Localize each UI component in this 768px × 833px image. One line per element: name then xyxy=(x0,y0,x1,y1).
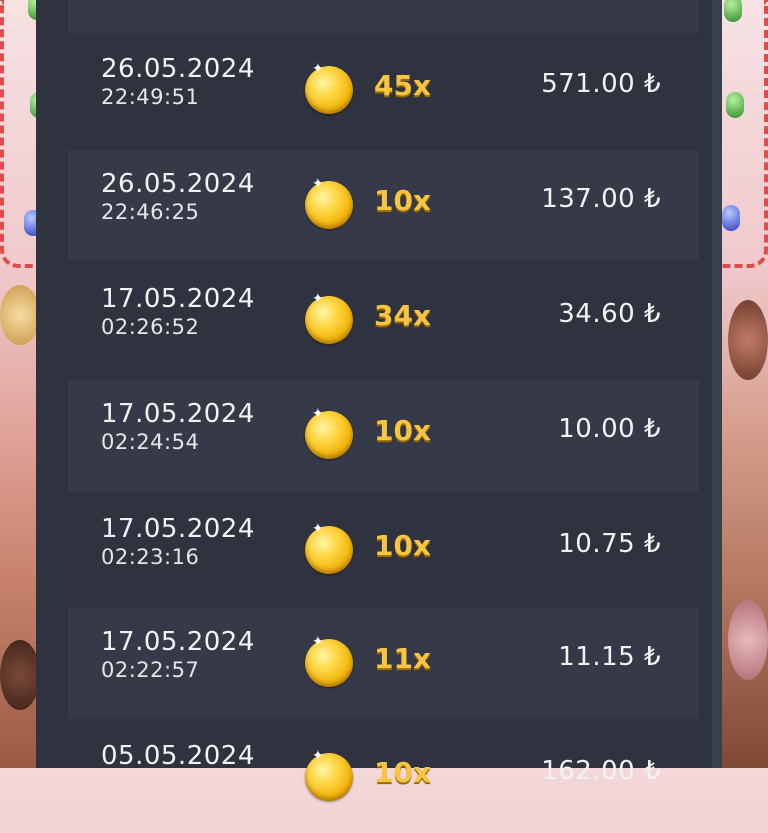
green-gem-icon xyxy=(726,92,744,118)
gold-coin-icon: ✦ xyxy=(305,62,353,114)
sparkle-icon: ✦ xyxy=(312,748,324,764)
row-time: 02:24:54 xyxy=(101,430,200,454)
history-row[interactable] xyxy=(68,0,699,33)
history-row[interactable]: 26.05.2024 22:46:25 ✦ 10x 137.00 ₺ xyxy=(68,150,699,261)
blue-gem-icon xyxy=(722,205,740,231)
gold-coin-icon: ✦ xyxy=(305,407,353,459)
row-multiplier: 10x xyxy=(374,529,432,562)
row-time: 22:49:51 xyxy=(101,85,200,109)
row-multiplier: 45x xyxy=(374,69,432,102)
row-amount: 571.00 ₺ xyxy=(541,69,661,99)
row-time: 02:26:52 xyxy=(101,315,200,339)
row-multiplier: 10x xyxy=(374,756,432,789)
history-row[interactable]: 17.05.2024 02:23:16 ✦ 10x 10.75 ₺ xyxy=(68,495,699,606)
row-amount: 10.00 ₺ xyxy=(558,414,661,444)
sparkle-icon: ✦ xyxy=(312,521,324,537)
history-row[interactable]: 17.05.2024 02:24:54 ✦ 10x 10.00 ₺ xyxy=(68,380,699,491)
history-row[interactable]: 26.05.2024 22:49:51 ✦ 45x 571.00 ₺ xyxy=(68,35,699,146)
history-row[interactable]: 17.05.2024 02:26:52 ✦ 34x 34.60 ₺ xyxy=(68,265,699,376)
row-date: 17.05.2024 xyxy=(101,514,255,544)
history-row[interactable]: 05.05.2024 ✦ 10x 162.00 ₺ xyxy=(68,722,699,833)
green-gem-icon xyxy=(724,0,742,22)
row-multiplier: 10x xyxy=(374,414,432,447)
row-amount: 137.00 ₺ xyxy=(541,184,661,214)
sparkle-icon: ✦ xyxy=(312,634,324,650)
sparkle-icon: ✦ xyxy=(312,406,324,422)
row-date: 26.05.2024 xyxy=(101,54,255,84)
history-row[interactable]: 17.05.2024 02:22:57 ✦ 11x 11.15 ₺ xyxy=(68,608,699,719)
sparkle-icon: ✦ xyxy=(312,291,324,307)
gold-coin-icon: ✦ xyxy=(305,522,353,574)
win-history-panel[interactable]: 26.05.2024 22:49:51 ✦ 45x 571.00 ₺ 26.05… xyxy=(36,0,722,801)
row-amount: 10.75 ₺ xyxy=(558,529,661,559)
row-multiplier: 11x xyxy=(374,642,432,675)
row-amount: 34.60 ₺ xyxy=(558,299,661,329)
row-time: 02:22:57 xyxy=(101,658,200,682)
scrollbar[interactable] xyxy=(712,0,722,768)
row-date: 17.05.2024 xyxy=(101,284,255,314)
row-date: 26.05.2024 xyxy=(101,169,255,199)
chocolate-decoration xyxy=(0,640,40,710)
sparkle-icon: ✦ xyxy=(312,61,324,77)
gold-coin-icon: ✦ xyxy=(305,749,353,801)
candy-decoration xyxy=(728,600,768,680)
candy-decoration xyxy=(0,285,40,345)
row-amount: 11.15 ₺ xyxy=(558,642,661,672)
row-multiplier: 10x xyxy=(374,184,432,217)
row-date: 17.05.2024 xyxy=(101,627,255,657)
row-date: 17.05.2024 xyxy=(101,399,255,429)
row-multiplier: 34x xyxy=(374,299,432,332)
gold-coin-icon: ✦ xyxy=(305,292,353,344)
row-time: 22:46:25 xyxy=(101,200,200,224)
row-date: 05.05.2024 xyxy=(101,741,255,771)
chocolate-decoration xyxy=(728,300,768,380)
gold-coin-icon: ✦ xyxy=(305,635,353,687)
sparkle-icon: ✦ xyxy=(312,176,324,192)
gold-coin-icon: ✦ xyxy=(305,177,353,229)
row-amount: 162.00 ₺ xyxy=(541,756,661,786)
row-time: 02:23:16 xyxy=(101,545,200,569)
